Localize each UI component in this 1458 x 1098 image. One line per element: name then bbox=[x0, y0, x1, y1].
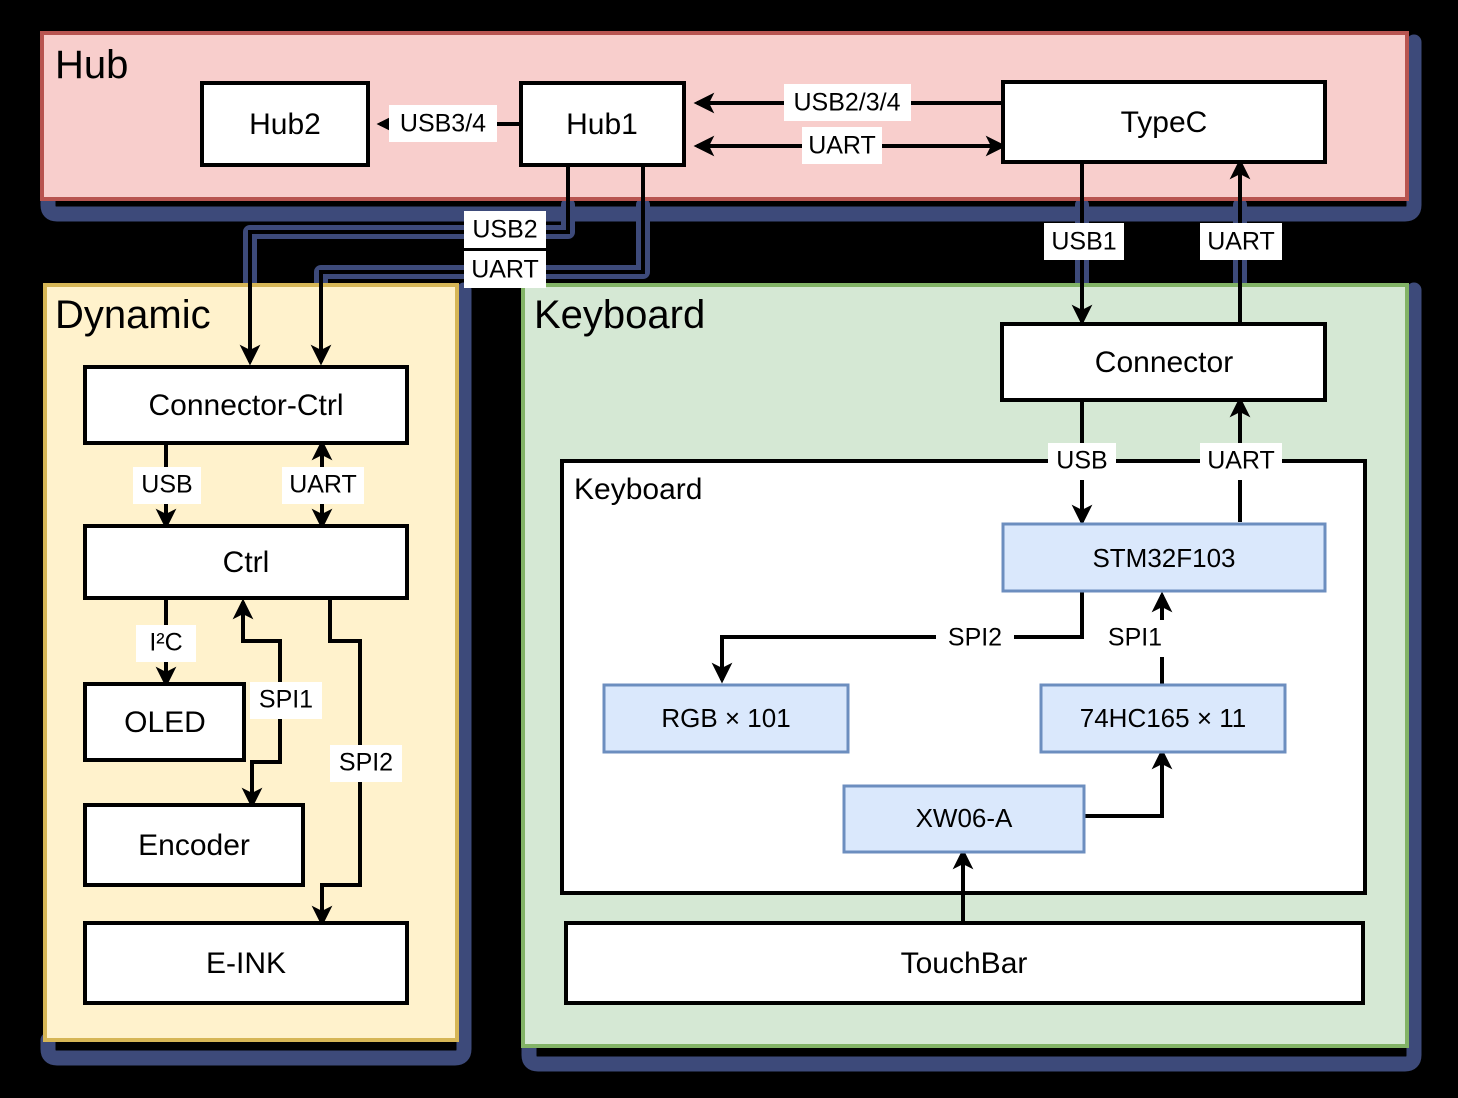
edge-label-spi1-keyboard-text: SPI1 bbox=[1108, 624, 1162, 652]
node-encoder-label: Encoder bbox=[138, 829, 250, 862]
node-rgb[interactable]: RGB × 101 bbox=[602, 683, 850, 754]
dynamic-group-title: Dynamic bbox=[55, 293, 211, 337]
edge-label-usb2: USB2 bbox=[464, 211, 546, 248]
node-touchbar[interactable]: TouchBar bbox=[564, 921, 1365, 1005]
edge-label-uart-keyboard-text: UART bbox=[1207, 228, 1275, 256]
node-stm32f103-label: STM32F103 bbox=[1092, 543, 1235, 573]
edge-label-usb234: USB2/3/4 bbox=[784, 84, 911, 121]
edge-label-spi1-dynamic-text: SPI1 bbox=[259, 686, 313, 714]
edge-label-uart-dynamic: UART bbox=[464, 251, 546, 288]
edge-label-spi1-dynamic: SPI1 bbox=[250, 682, 322, 719]
node-ctrl[interactable]: Ctrl bbox=[83, 524, 409, 600]
edge-label-uart-stm: UART bbox=[1200, 443, 1282, 480]
edge-label-uart-typec-hub1-text: UART bbox=[808, 132, 876, 160]
node-hub1[interactable]: Hub1 bbox=[519, 81, 686, 167]
edge-label-spi2-dynamic: SPI2 bbox=[330, 745, 402, 782]
edge-label-usb1-text: USB1 bbox=[1051, 228, 1116, 256]
node-hub2[interactable]: Hub2 bbox=[200, 81, 370, 167]
keyboard-inner-title: Keyboard bbox=[574, 473, 702, 506]
node-xw06a-label: XW06-A bbox=[916, 803, 1013, 833]
edge-label-uart-typec-hub1: UART bbox=[802, 127, 882, 164]
edge-label-usb34-text: USB3/4 bbox=[400, 110, 486, 138]
edge-label-spi2-keyboard-text: SPI2 bbox=[948, 624, 1002, 652]
node-typec[interactable]: TypeC bbox=[1001, 80, 1327, 164]
node-connector[interactable]: Connector bbox=[1000, 322, 1327, 402]
architecture-diagram: Hub Dynamic Keyboard Keyboard Hub2 Hub1 … bbox=[40, 31, 1422, 1072]
node-touchbar-label: TouchBar bbox=[901, 947, 1028, 980]
keyboard-group-title: Keyboard bbox=[534, 293, 705, 337]
node-hc165[interactable]: 74HC165 × 11 bbox=[1039, 683, 1287, 754]
edge-label-i2c-text: I²C bbox=[149, 629, 182, 657]
edge-label-uart-ctrl-text: UART bbox=[289, 471, 357, 499]
edge-label-usb-keyboard: USB bbox=[1048, 443, 1116, 480]
node-rgb-label: RGB × 101 bbox=[661, 703, 790, 733]
edge-label-i2c: I²C bbox=[136, 625, 196, 662]
node-stm32f103[interactable]: STM32F103 bbox=[1001, 522, 1327, 593]
node-ctrl-label: Ctrl bbox=[223, 546, 270, 579]
node-oled-label: OLED bbox=[124, 706, 206, 739]
node-encoder[interactable]: Encoder bbox=[83, 803, 305, 887]
node-eink-label: E-INK bbox=[206, 947, 286, 980]
edge-label-uart-ctrl: UART bbox=[282, 467, 364, 504]
node-oled[interactable]: OLED bbox=[83, 682, 246, 762]
node-typec-label: TypeC bbox=[1121, 106, 1208, 139]
diagram-canvas: Hub Dynamic Keyboard Keyboard Hub2 Hub1 … bbox=[0, 0, 1458, 1098]
edge-label-usb234-text: USB2/3/4 bbox=[793, 89, 900, 117]
hub-group-title: Hub bbox=[55, 43, 128, 87]
edge-label-uart-dynamic-text: UART bbox=[471, 256, 539, 284]
node-hc165-label: 74HC165 × 11 bbox=[1080, 703, 1246, 733]
edge-label-usb1: USB1 bbox=[1044, 223, 1124, 260]
edge-label-uart-stm-text: UART bbox=[1207, 447, 1275, 475]
edge-label-uart-keyboard: UART bbox=[1200, 223, 1282, 260]
node-eink[interactable]: E-INK bbox=[83, 921, 409, 1005]
node-connector-label: Connector bbox=[1095, 346, 1233, 379]
node-connector-ctrl[interactable]: Connector-Ctrl bbox=[83, 365, 409, 445]
node-hub2-label: Hub2 bbox=[249, 108, 321, 141]
edge-label-usb2-text: USB2 bbox=[472, 216, 537, 244]
edge-label-spi1-keyboard: SPI1 bbox=[1096, 620, 1174, 657]
edge-label-spi2-keyboard: SPI2 bbox=[936, 620, 1014, 657]
edge-label-usb-dynamic-text: USB bbox=[141, 471, 192, 499]
node-connector-ctrl-label: Connector-Ctrl bbox=[148, 389, 343, 422]
node-hub1-label: Hub1 bbox=[566, 108, 638, 141]
edge-label-usb-keyboard-text: USB bbox=[1056, 447, 1107, 475]
edge-label-usb34: USB3/4 bbox=[389, 105, 497, 142]
node-xw06a[interactable]: XW06-A bbox=[842, 784, 1086, 854]
edge-label-spi2-dynamic-text: SPI2 bbox=[339, 749, 393, 777]
edge-label-usb-dynamic: USB bbox=[133, 467, 201, 504]
